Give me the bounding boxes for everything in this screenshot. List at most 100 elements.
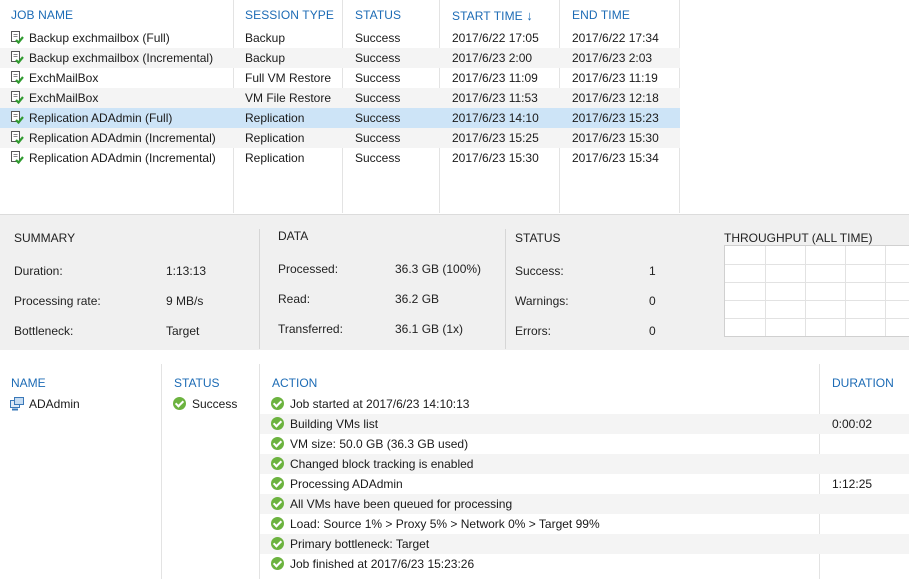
action-row[interactable]: Load: Source 1% > Proxy 5% > Network 0% … [260,514,909,534]
transferred-label: Transferred: [278,322,343,336]
success-check-icon [271,437,284,450]
errors-count: 0 [649,324,656,338]
action-row[interactable]: Primary bottleneck: Target [260,534,909,554]
success-check-icon [271,417,284,430]
summary-divider [259,229,260,349]
job-success-icon [10,70,24,85]
action-row[interactable]: Processing ADAdmin 1:12:25 [260,474,909,494]
success-count: 1 [649,264,656,278]
session-start-time: 2017/6/23 15:25 [452,131,539,145]
action-text: Job finished at 2017/6/23 15:23:26 [290,557,475,571]
session-details: NAME STATUS ACTION DURATION ADAdmin Succ… [0,350,909,579]
col-header-status[interactable]: STATUS [355,8,401,22]
summary-title: SUMMARY [14,231,76,245]
session-session-type: Replication [245,111,305,125]
session-end-time: 2017/6/23 2:03 [572,51,653,65]
action-row[interactable]: Job started at 2017/6/23 14:10:13 [260,394,909,414]
session-session-type: Replication [245,151,305,165]
session-start-time: 2017/6/23 11:09 [452,71,538,85]
session-row[interactable]: Replication ADAdmin (Incremental) Replica… [0,148,680,168]
warnings-count: 0 [649,294,656,308]
action-text: Building VMs list [290,417,379,431]
session-end-time: 2017/6/23 15:30 [572,131,659,145]
action-text: Load: Source 1% > Proxy 5% > Network 0% … [290,517,600,531]
session-row[interactable]: Backup exchmailbox (Full) Backup Success 20… [0,28,680,48]
action-row[interactable]: Job finished at 2017/6/23 15:23:26 [260,554,909,574]
throughput-title: THROUGHPUT (ALL TIME) [724,231,873,245]
action-duration: 0:00:02 [832,417,873,431]
session-row[interactable]: ExchMailBox Full VM Restore Success 2017/6/… [0,68,680,88]
session-session-type: VM File Restore [245,91,332,105]
session-end-time: 2017/6/23 15:34 [572,151,659,165]
col-header-end-time[interactable]: END TIME [572,8,630,22]
col-header-name[interactable]: NAME [11,376,46,390]
session-job-name: ExchMailBox [29,91,99,105]
success-check-icon [271,497,284,510]
session-start-time: 2017/6/23 2:00 [452,51,533,65]
processing-rate-label: Processing rate: [14,294,101,308]
read-label: Read: [278,292,311,306]
status-title: STATUS [515,231,561,245]
session-end-time: 2017/6/22 17:34 [572,31,659,45]
session-job-name: Backup exchmailbox (Incremental) [29,51,214,65]
session-start-time: 2017/6/23 15:30 [452,151,539,165]
col-header-action[interactable]: ACTION [272,376,317,390]
success-check-icon [271,517,284,530]
processed-label: Processed: [278,262,339,276]
sort-descending-icon: ↓ [526,8,533,23]
action-row[interactable]: Changed block tracking is enabled [260,454,909,474]
object-name: ADAdmin [29,397,80,411]
throughput-grid [725,246,909,336]
read-value: 36.2 GB [395,292,440,306]
session-end-time: 2017/6/23 12:18 [572,91,659,105]
session-status: Success [355,151,401,165]
session-status: Success [355,31,401,45]
session-row[interactable]: Replication ADAdmin (Full) Replication Suc… [0,108,680,128]
job-success-icon [10,150,24,165]
success-label: Success: [515,264,564,278]
job-success-icon [10,30,24,45]
col-header-object-status[interactable]: STATUS [174,376,220,390]
job-success-icon [10,130,24,145]
session-end-time: 2017/6/23 15:23 [572,111,659,125]
session-job-name: Backup exchmailbox (Full) [29,31,170,45]
session-end-time: 2017/6/23 11:19 [572,71,658,85]
session-session-type: Backup [245,51,286,65]
bottleneck-value: Target [166,324,200,338]
success-check-icon [271,457,284,470]
session-session-type: Replication [245,131,305,145]
session-start-time: 2017/6/22 17:05 [452,31,539,45]
session-start-time: 2017/6/23 14:10 [452,111,539,125]
object-row[interactable]: ADAdmin Success [0,394,258,414]
vm-icon [10,397,24,411]
success-check-icon [173,397,186,410]
job-success-icon [10,90,24,105]
session-row[interactable]: Replication ADAdmin (Incremental) Replica… [0,128,680,148]
action-text: Processing ADAdmin [290,477,403,491]
session-status: Success [355,131,401,145]
session-job-name: Replication ADAdmin (Incremental) [29,131,216,145]
summary-divider [505,229,506,349]
action-row[interactable]: Building VMs list 0:00:02 [260,414,909,434]
warnings-label: Warnings: [515,294,569,308]
session-row[interactable]: Backup exchmailbox (Incremental) Backup Su… [0,48,680,68]
action-row[interactable]: All VMs have been queued for processing [260,494,909,514]
session-status: Success [355,111,401,125]
col-header-job-name[interactable]: JOB NAME [11,8,73,22]
session-job-name: ExchMailBox [29,71,99,85]
processed-value: 36.3 GB (100%) [395,262,482,276]
col-header-session-type[interactable]: SESSION TYPE [245,8,334,22]
col-header-start-time[interactable]: START TIME ↓ [452,8,533,23]
sessions-table: JOB NAME SESSION TYPE STATUS START TIME … [0,0,909,213]
success-check-icon [271,537,284,550]
bottleneck-label: Bottleneck: [14,324,74,338]
session-status: Success [355,71,401,85]
errors-label: Errors: [515,324,551,338]
session-row[interactable]: ExchMailBox VM File Restore Success 2017/6/… [0,88,680,108]
action-row[interactable]: VM size: 50.0 GB (36.3 GB used) [260,434,909,454]
session-job-name: Replication ADAdmin (Incremental) [29,151,216,165]
col-header-duration[interactable]: DURATION [832,376,894,390]
action-text: Job started at 2017/6/23 14:10:13 [290,397,470,411]
action-text: All VMs have been queued for processing [290,497,513,511]
success-check-icon [271,477,284,490]
